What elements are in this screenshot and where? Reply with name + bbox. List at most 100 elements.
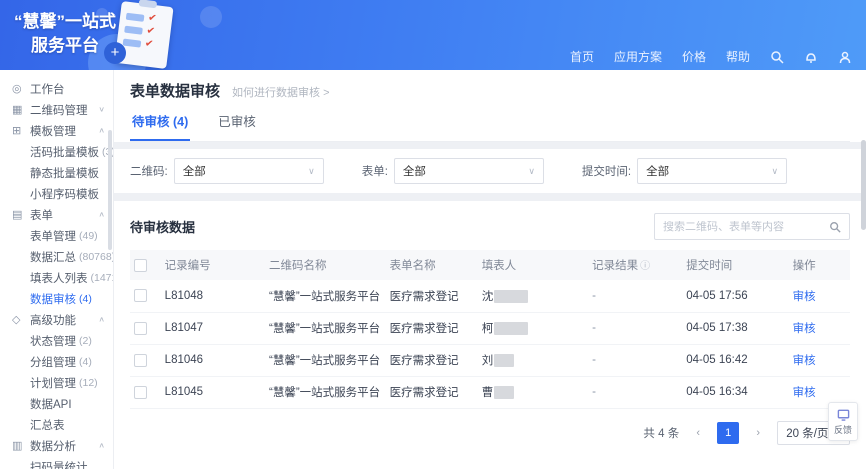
- sidebar-item-workbench[interactable]: ◎ 工作台: [0, 78, 113, 99]
- tab-audited[interactable]: 已审核: [216, 111, 258, 141]
- bell-icon[interactable]: [804, 50, 818, 64]
- sidebar: ◎ 工作台 ▦ 二维码管理 ∨ ⊞ 模板管理 ∧ 活码批量模板 (3) 静态批量…: [0, 70, 114, 469]
- template-icon: ⊞: [12, 124, 25, 137]
- filter-qrcode: 二维码: 全部 ∨: [130, 158, 324, 184]
- sidebar-item-data-audit[interactable]: 数据审核 (4): [0, 288, 113, 309]
- qr-name: “慧馨”一站式服务平台: [265, 344, 386, 376]
- sidebar-item-plan-management[interactable]: 计划管理 (12): [0, 372, 113, 393]
- filter-submit-time-label: 提交时间:: [582, 163, 631, 179]
- next-page-button[interactable]: ›: [747, 422, 769, 444]
- table-row: L81047 “慧馨”一站式服务平台 医疗需求登记 柯 - 04-05 17:3…: [130, 312, 850, 344]
- audit-button[interactable]: 审核: [793, 355, 816, 367]
- search-input[interactable]: [663, 221, 829, 233]
- form-name: 医疗需求登记: [386, 312, 478, 344]
- submit-time-select[interactable]: 全部 ∨: [637, 158, 787, 184]
- record-result: -: [588, 280, 682, 312]
- sidebar-item-template-management[interactable]: ⊞ 模板管理 ∧: [0, 120, 113, 141]
- chevron-down-icon: ∨: [528, 166, 535, 177]
- qr-name: “慧馨”一站式服务平台: [265, 312, 386, 344]
- nav-home[interactable]: 首页: [570, 48, 594, 65]
- brand-title-line1: “慧馨”一站式: [14, 10, 116, 34]
- prev-page-button[interactable]: ‹: [687, 422, 709, 444]
- audit-help-link[interactable]: 如何进行数据审核 >: [232, 84, 329, 100]
- sidebar-item-advanced-features[interactable]: ◇ 高级功能 ∧: [0, 309, 113, 330]
- page-1-button[interactable]: 1: [717, 422, 739, 444]
- row-checkbox[interactable]: [134, 289, 147, 302]
- col-qr-name: 二维码名称: [265, 250, 386, 280]
- sidebar-item-forms[interactable]: ▤ 表单 ∧: [0, 204, 113, 225]
- submit-time: 04-05 17:56: [682, 280, 788, 312]
- chevron-up-icon: ∧: [98, 210, 105, 219]
- row-checkbox[interactable]: [134, 386, 147, 399]
- audit-button[interactable]: 审核: [793, 323, 816, 335]
- redacted-name: [494, 290, 528, 303]
- row-checkbox[interactable]: [134, 322, 147, 335]
- audit-table: 记录编号 二维码名称 表单名称 填表人 记录结果ⓘ 提交时间 操作 L81048…: [130, 250, 850, 409]
- submit-time: 04-05 16:34: [682, 376, 788, 408]
- respondent-name: 曹: [478, 376, 588, 408]
- redacted-name: [494, 322, 528, 335]
- pending-data-panel: 待审核数据 记录编号 二维码名称 表单名称 填表: [114, 201, 866, 469]
- form-select[interactable]: 全部 ∨: [394, 158, 544, 184]
- audit-button[interactable]: 审核: [793, 387, 816, 399]
- feedback-label: 反馈: [834, 423, 852, 436]
- record-id: L81045: [161, 376, 265, 408]
- analytics-icon: ▥: [12, 439, 25, 452]
- tab-pending-audit[interactable]: 待审核 (4): [130, 111, 190, 141]
- sidebar-item-scan-statistics[interactable]: 扫码量统计: [0, 456, 113, 469]
- qr-name: “慧馨”一站式服务平台: [265, 376, 386, 408]
- respondent-name: 刘: [478, 344, 588, 376]
- sidebar-item-summary-table[interactable]: 汇总表: [0, 414, 113, 435]
- sidebar-item-group-management[interactable]: 分组管理 (4): [0, 351, 113, 372]
- table-search: [654, 213, 850, 240]
- nav-help[interactable]: 帮助: [726, 48, 750, 65]
- info-icon[interactable]: ⓘ: [640, 261, 650, 272]
- sidebar-item-status-management[interactable]: 状态管理 (2): [0, 330, 113, 351]
- sidebar-item-form-management[interactable]: 表单管理 (49): [0, 225, 113, 246]
- chevron-up-icon: ∧: [98, 441, 105, 450]
- chevron-down-icon: ∨: [98, 105, 105, 114]
- table-row: L81048 “慧馨”一站式服务平台 医疗需求登记 沈 - 04-05 17:5…: [130, 280, 850, 312]
- sidebar-item-static-batch-template[interactable]: 静态批量模板: [0, 162, 113, 183]
- page-header: 表单数据审核 如何进行数据审核 > 待审核 (4) 已审核: [114, 70, 866, 142]
- sidebar-item-data-api[interactable]: 数据API: [0, 393, 113, 414]
- feedback-widget[interactable]: 反馈: [828, 402, 858, 441]
- respondent-name: 柯: [478, 312, 588, 344]
- form-icon: ▤: [12, 208, 25, 221]
- sidebar-item-data-analysis[interactable]: ▥ 数据分析 ∧: [0, 435, 113, 456]
- col-record-result: 记录结果: [592, 260, 638, 272]
- sidebar-item-miniprogram-template[interactable]: 小程序码模板: [0, 183, 113, 204]
- brand-title: “慧馨”一站式 服务平台: [14, 10, 116, 58]
- sidebar-item-live-batch-template[interactable]: 活码批量模板 (3): [0, 141, 113, 162]
- filter-qrcode-label: 二维码:: [130, 163, 168, 179]
- sidebar-item-respondent-list[interactable]: 填表人列表 (1471): [0, 267, 113, 288]
- decorative-circle: [200, 6, 222, 28]
- redacted-name: [494, 354, 514, 367]
- nav-pricing[interactable]: 价格: [682, 48, 706, 65]
- qrcode-select[interactable]: 全部 ∨: [174, 158, 324, 184]
- page-scrollbar[interactable]: [861, 140, 866, 230]
- user-icon[interactable]: [838, 50, 852, 64]
- col-action: 操作: [789, 250, 850, 280]
- select-all-checkbox[interactable]: [134, 259, 147, 272]
- chevron-up-icon: ∧: [98, 315, 105, 324]
- sidebar-item-qrcode-management[interactable]: ▦ 二维码管理 ∨: [0, 99, 113, 120]
- chevron-down-icon: ∨: [772, 166, 779, 177]
- search-icon[interactable]: [770, 50, 784, 64]
- form-name: 医疗需求登记: [386, 376, 478, 408]
- sidebar-scrollbar[interactable]: [108, 130, 112, 250]
- brand-title-line2: 服务平台: [14, 34, 116, 58]
- tab-bar: 待审核 (4) 已审核: [130, 111, 850, 142]
- audit-button[interactable]: 审核: [793, 291, 816, 303]
- search-icon[interactable]: [829, 221, 841, 233]
- row-checkbox[interactable]: [134, 354, 147, 367]
- total-count: 共 4 条: [643, 425, 679, 441]
- page-title: 表单数据审核: [130, 80, 220, 101]
- top-nav: 首页 应用方案 价格 帮助: [570, 48, 852, 65]
- col-record-id: 记录编号: [161, 250, 265, 280]
- qrcode-icon: ▦: [12, 103, 25, 116]
- sidebar-item-data-summary[interactable]: 数据汇总 (80768): [0, 246, 113, 267]
- col-submit-time: 提交时间: [682, 250, 788, 280]
- qr-name: “慧馨”一站式服务平台: [265, 280, 386, 312]
- nav-solutions[interactable]: 应用方案: [614, 48, 662, 65]
